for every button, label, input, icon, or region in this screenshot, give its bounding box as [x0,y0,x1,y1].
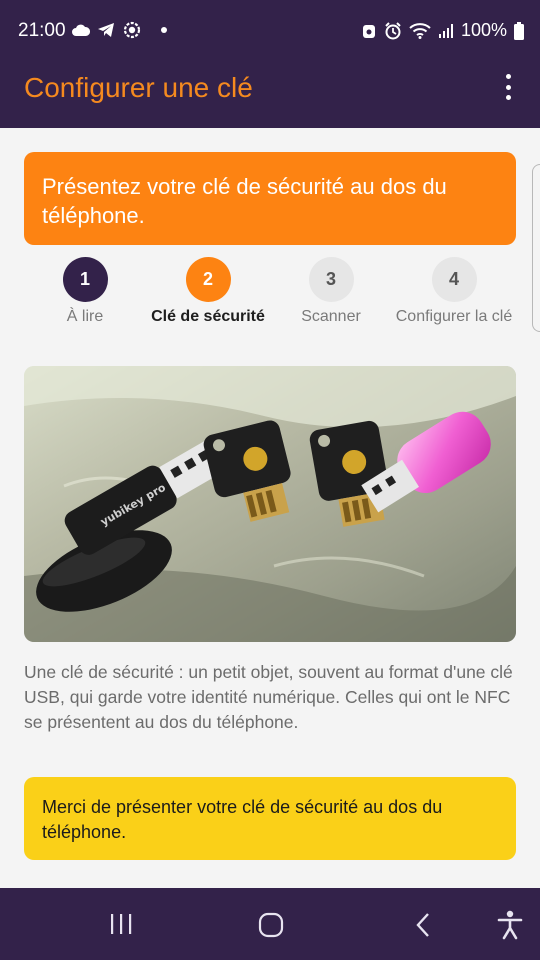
step-2-number: 2 [185,257,231,302]
instruction-banner: Présentez votre clé de sécurité au dos d… [24,152,516,245]
telegram-icon [97,22,115,38]
security-keys-photo: yubikey pro [24,366,516,642]
stepper: 1 À lire 2 Clé de sécurité 3 Scanner 4 C… [24,257,516,352]
battery-percent: 100% [460,20,507,40]
scrollbar[interactable] [532,164,540,332]
step-1-label: À lire [66,308,104,325]
step-4-number: 4 [431,257,477,302]
alarm-icon [384,21,402,40]
step-1-number: 1 [62,257,108,302]
cloud-icon [72,23,90,37]
recent-apps-icon[interactable] [108,912,134,936]
page-title: Configurer une clé [24,72,253,103]
battery-icon [514,21,524,40]
accessibility-icon[interactable] [496,910,524,940]
app-bar: Configurer une clé [0,62,540,128]
status-system-icons: 100% [361,20,524,41]
status-time: 21:00 [18,20,66,41]
signal-icon [438,23,454,38]
system-nav-bar [0,888,540,960]
step-2-label: Clé de sécurité [151,308,265,325]
step-3-number: 3 [308,257,354,302]
step-4-label: Configurer la clé [395,308,513,325]
wifi-icon [409,22,431,39]
settings-badge-icon [122,20,142,40]
dot-icon [161,27,167,33]
home-icon[interactable] [258,912,284,938]
step-2: 2 Clé de sécurité [143,257,273,327]
status-notification-icons [72,20,167,40]
step-1: 1 À lire [20,257,150,327]
back-icon[interactable] [414,912,432,938]
description-text: Une clé de sécurité : un petit objet, so… [24,662,513,732]
more-vert-icon[interactable] [496,72,520,102]
lock-alarm-icon [361,22,377,40]
step-3-label: Scanner [301,308,361,325]
alert-banner: Merci de présenter votre clé de sécurité… [24,777,516,860]
step-3: 3 Scanner [266,257,396,327]
step-4: 4 Configurer la clé [390,257,518,327]
status-bar: 21:00 100% [0,0,540,62]
